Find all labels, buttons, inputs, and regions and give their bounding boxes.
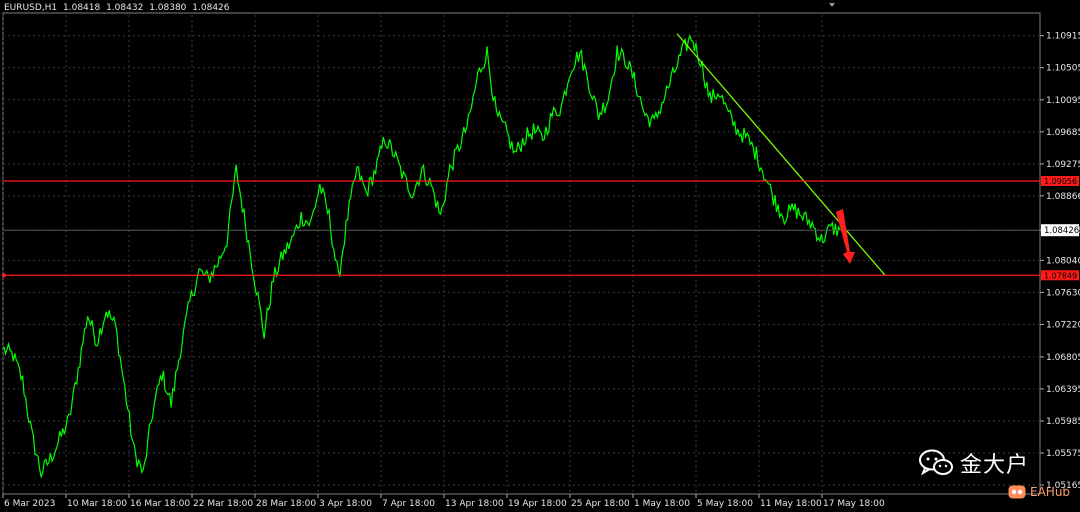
chart-header: EURUSD,H1 1.08418 1.08432 1.08380 1.0842… (4, 3, 233, 13)
y-tick-label: 1.07630 (1046, 288, 1080, 298)
x-tick-label: 10 Mar 18:00 (67, 499, 127, 509)
x-tick-label: 13 Apr 18:00 (445, 499, 504, 509)
y-tick-label: 1.09275 (1046, 160, 1080, 170)
y-tick-label: 1.06805 (1046, 353, 1080, 363)
x-tick-label: 7 Apr 18:00 (382, 499, 435, 509)
y-tick-label: 1.10505 (1046, 64, 1080, 74)
x-tick-label: 6 Mar 2023 (4, 499, 55, 509)
x-tick-label: 11 May 18:00 (760, 499, 822, 509)
level-price-label: 1.07849 (1044, 271, 1077, 280)
x-tick-label: 1 May 18:00 (634, 499, 690, 509)
y-tick-label: 1.10915 (1046, 32, 1080, 42)
y-tick-label: 1.07220 (1046, 320, 1080, 330)
x-tick-label: 28 Mar 18:00 (256, 499, 316, 509)
scroll-marker-icon (829, 3, 835, 7)
x-tick-label: 22 Mar 18:00 (193, 499, 253, 509)
watermark-text: 金大户 (960, 453, 1030, 478)
x-tick-label: 5 May 18:00 (697, 499, 753, 509)
y-tick-label: 1.05575 (1046, 449, 1080, 459)
badge-text: EAHub (1030, 485, 1071, 499)
close-price: 1.08426 (192, 3, 230, 13)
wechat-icon (919, 449, 953, 476)
open-price: 1.08418 (63, 3, 101, 13)
x-tick-label: 16 Mar 18:00 (130, 499, 190, 509)
symbol-timeframe: EURUSD,H1 (4, 3, 58, 13)
chart-window[interactable]: 1.10915 1.10505 1.10095 1.09685 1.09275 1.088… (0, 0, 1080, 512)
x-tick-label: 19 Apr 18:00 (508, 499, 567, 509)
y-tick-label: 1.06395 (1046, 385, 1080, 395)
y-tick-label: 1.08866 (1046, 192, 1080, 202)
x-tick-label: 25 Apr 18:00 (571, 499, 630, 509)
current-price-label: 1.08426 (1044, 226, 1079, 236)
level-left-marker (2, 273, 6, 278)
eahub-badge: EAHub (1008, 485, 1070, 499)
x-tick-label: 17 May 18:00 (823, 499, 885, 509)
price-chart[interactable]: 1.10915 1.10505 1.10095 1.09685 1.09275 1.088… (0, 0, 1080, 512)
watermark: 金大户 (918, 447, 1029, 479)
level-price-label: 1.09056 (1044, 177, 1077, 186)
trendline (676, 33, 886, 276)
y-tick-label: 1.09685 (1046, 128, 1080, 138)
high-price: 1.08432 (106, 3, 144, 13)
y-tick-label: 1.08040 (1046, 256, 1080, 266)
low-price: 1.08380 (149, 3, 187, 13)
y-tick-label: 1.05985 (1046, 417, 1080, 427)
y-tick-label: 1.10095 (1046, 96, 1080, 106)
x-tick-label: 3 Apr 18:00 (319, 499, 372, 509)
plot-frame (2, 12, 1041, 495)
eahub-logo-icon (1008, 485, 1026, 499)
